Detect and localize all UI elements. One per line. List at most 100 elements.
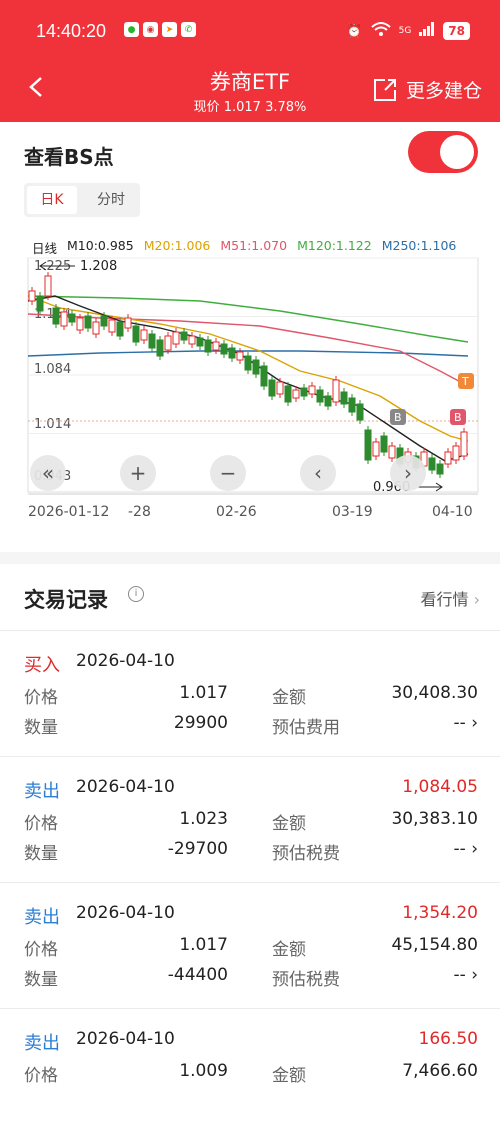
price-row: 价格 1.023 金额 30,383.10	[0, 809, 500, 837]
total-label: 金额	[272, 814, 306, 834]
candle-body	[388, 445, 396, 459]
candle-body	[132, 325, 140, 343]
bs-toggle[interactable]	[408, 131, 478, 173]
bs-title: 查看BS点	[24, 145, 114, 169]
candle-body	[428, 457, 436, 471]
qty-row: 数量 -44400 预估税费 -- ›	[0, 965, 500, 993]
candle-body	[148, 333, 156, 349]
trade-type: 卖出	[24, 781, 60, 802]
send-icon: ➤	[162, 22, 177, 37]
candle-body	[372, 441, 380, 457]
fee-label: 预估税费	[272, 844, 340, 864]
x-tick-label: -28	[128, 504, 151, 520]
candle-body	[276, 381, 284, 395]
legend-item-1: M10:0.985	[67, 238, 134, 253]
candle-body	[252, 359, 260, 375]
candle-body	[380, 435, 388, 453]
candle-body	[28, 290, 36, 302]
candle-body	[44, 275, 52, 297]
fee-label: 预估税费	[272, 970, 340, 990]
ma-legend: 日线 M10:0.985 M20:1.006 M51:1.070 M120:1.122 M…	[32, 238, 456, 257]
signal-icon	[419, 22, 435, 40]
external-link-icon	[373, 78, 396, 101]
candle-body	[228, 347, 236, 359]
toggle-knob	[440, 135, 474, 169]
wechat-icon: ●	[124, 22, 139, 37]
candle-body	[236, 351, 244, 361]
zoom-out-button[interactable]: −	[210, 455, 246, 491]
candle-body	[244, 355, 252, 371]
scroll-left-fast-button[interactable]: «	[30, 455, 66, 491]
scroll-left-button[interactable]: ‹	[300, 455, 336, 491]
candle-body	[204, 339, 212, 353]
x-tick-label: 04-10	[432, 504, 473, 520]
trade-record[interactable]: 卖出 2026-04-10 166.50 价格 1.009 金额 7,466.60	[0, 1008, 500, 1134]
view-market-label: 看行情	[420, 590, 469, 609]
total-value: 30,383.10	[391, 809, 478, 829]
scroll-right-button[interactable]: ›	[390, 455, 426, 491]
price-label: 价格	[24, 814, 58, 834]
tab-daily[interactable]: 日K	[27, 186, 77, 214]
system-icons: ⏰ 5G 78	[346, 21, 470, 41]
trade-record[interactable]: 卖出 2026-04-10 1,084.05 价格 1.023 金额 30,383.…	[0, 756, 500, 882]
y-tick-label: 1.014	[34, 417, 71, 432]
trade-date: 2026-04-10	[76, 651, 175, 671]
view-market-link[interactable]: 看行情 ›	[420, 586, 480, 610]
battery-icon: 78	[443, 22, 470, 40]
total-label: 金额	[272, 1066, 306, 1086]
status-bar: 14:40:20 ● ◉ ➤ ✆ ⏰ 5G 78	[0, 0, 500, 62]
trade-record[interactable]: 卖出 2026-04-10 1,354.20 价格 1.017 金额 45,154.…	[0, 882, 500, 1008]
qty-row: 数量 -29700 预估税费 -- ›	[0, 839, 500, 867]
x-tick-label: 02-26	[216, 504, 257, 520]
high-label: 1.208	[80, 259, 117, 274]
candle-body	[36, 295, 44, 312]
signal-label: 5G	[398, 26, 412, 36]
trade-date: 2026-04-10	[76, 1029, 175, 1049]
legend-item-0: 日线	[32, 241, 58, 256]
qty-label: 数量	[24, 844, 58, 864]
candle-body	[436, 463, 444, 475]
candle-body	[332, 379, 340, 403]
tab-intraday[interactable]: 分时	[86, 186, 136, 214]
y-tick-label: 1.084	[34, 362, 71, 377]
qty-value: -44400	[167, 965, 228, 985]
candle-body	[52, 307, 60, 325]
candle-body	[316, 389, 324, 403]
section-divider	[0, 552, 500, 564]
bs-marker-label: B	[454, 411, 462, 424]
zoom-in-button[interactable]: +	[120, 455, 156, 491]
candle-body	[68, 313, 76, 323]
fee-value: -- ›	[453, 839, 478, 859]
candle-body	[196, 337, 204, 347]
candle-body	[188, 335, 196, 345]
price-label: 价格	[24, 940, 58, 960]
fee-value: -- ›	[453, 965, 478, 985]
x-tick-label: 03-19	[332, 504, 373, 520]
legend-item-3: M51:1.070	[220, 238, 288, 253]
chevron-right-icon: ›	[473, 590, 480, 609]
more-position-button[interactable]: 更多建仓	[372, 76, 482, 103]
candle-body	[92, 321, 100, 335]
candle-body	[260, 365, 268, 387]
candle-body	[124, 317, 132, 329]
fee-value: -- ›	[453, 713, 478, 733]
kline-chart[interactable]: 1.2251.1541.0841.0140.9431.2080.960BBT20…	[0, 256, 500, 526]
candle-body	[308, 385, 316, 395]
trade-type: 卖出	[24, 907, 60, 928]
candle-body	[452, 445, 460, 461]
candle-body	[164, 335, 172, 351]
info-icon[interactable]: i	[128, 586, 144, 602]
trade-record[interactable]: 买入 2026-04-10 价格 1.017 金额 30,408.30 数量 2990…	[0, 630, 500, 756]
candle-body	[348, 397, 356, 413]
candle-body	[140, 329, 148, 341]
status-time: 14:40:20	[36, 21, 107, 41]
total-label: 金额	[272, 688, 306, 708]
candle-body	[284, 385, 292, 403]
candle-body	[220, 343, 228, 355]
bs-marker-label: T	[461, 375, 469, 388]
bs-marker-label: B	[394, 411, 402, 424]
alarm-icon: ⏰	[346, 23, 363, 39]
candle-body	[84, 315, 92, 329]
candle-body	[60, 311, 68, 327]
candle-body	[172, 331, 180, 345]
